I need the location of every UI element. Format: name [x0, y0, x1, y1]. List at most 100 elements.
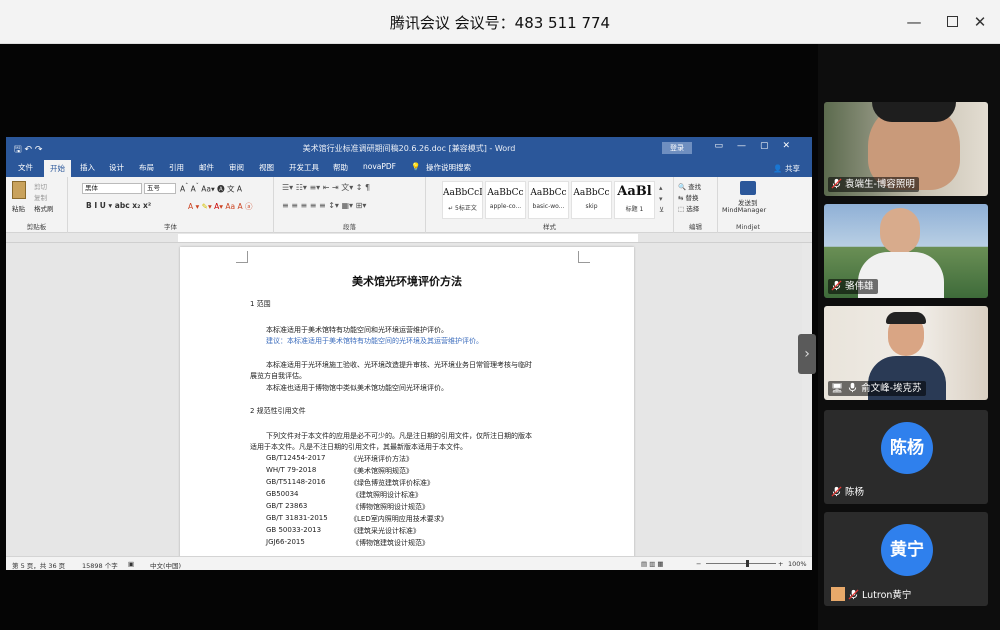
align-icons[interactable]: ≡ ≡ ≡ ≡ ≡ ↕▾ ▦▾ ⊞▾	[282, 201, 366, 210]
zoom-out-icon[interactable]: −	[696, 560, 701, 568]
style-normal[interactable]: AaBbCcDc ↵ 5标正文	[442, 181, 483, 219]
style-basic-word[interactable]: AaBbCc basic-wo...	[528, 181, 569, 219]
tab-review[interactable]: 审阅	[229, 162, 244, 173]
style-apple-converted[interactable]: AaBbCc apple-co...	[485, 181, 526, 219]
mic-muted-icon	[848, 589, 859, 600]
document-page[interactable]: 美术馆光环境评价方法 1 范围 本标准适用于美术馆特有功能空间和光环境运营维护评…	[180, 247, 634, 567]
reference-name: 《光环境评价方法》	[350, 455, 413, 463]
share-label: 共享	[785, 164, 800, 173]
reference-name: 《博物馆照明设计规范》	[352, 503, 429, 511]
styles-group: AaBbCcDc ↵ 5标正文 AaBbCc apple-co... AaBbCc b…	[426, 177, 674, 233]
minimize-icon[interactable]: —	[904, 12, 924, 32]
find-button[interactable]: 🔍 查找	[678, 181, 701, 191]
doc-line: 2 规范性引用文件	[250, 407, 306, 415]
proofing-icon[interactable]: ▣	[128, 560, 134, 568]
font-group-label: 字体	[164, 223, 177, 231]
view-mode-icons[interactable]: ▤ ▥ ▦	[641, 560, 664, 568]
window-title: 腾讯会议 会议号：483 511 774	[389, 14, 611, 32]
collapse-panel-button[interactable]: ›	[798, 334, 816, 374]
close-icon[interactable]: ✕	[970, 12, 990, 32]
style-skip[interactable]: AaBbCc skip	[571, 181, 612, 219]
tab-help[interactable]: 帮助	[333, 162, 348, 173]
editing-group: 🔍 查找 ⇆ 替换 ⬚ 选择 编辑	[674, 177, 718, 233]
font-size-select[interactable]: 五号	[144, 183, 176, 194]
mindmanager-label[interactable]: MindManager	[722, 206, 766, 214]
zoom-in-icon[interactable]: +	[778, 560, 783, 568]
tab-insert[interactable]: 插入	[80, 162, 95, 173]
mindmanager-icon[interactable]	[740, 181, 756, 195]
reference-name: 《建筑照明设计标准》	[352, 491, 422, 499]
vertical-scrollbar[interactable]	[802, 243, 812, 556]
paragraph-group-label: 段落	[343, 223, 356, 231]
tab-novapdf[interactable]: novaPDF	[363, 162, 396, 171]
doc-line: 展览方自我评估。	[250, 372, 306, 380]
tab-file[interactable]: 文件	[18, 162, 33, 173]
horizontal-ruler	[6, 233, 812, 243]
styles-scroll-icon[interactable]: ▴ ▾ ⊻	[659, 183, 664, 216]
cut-button[interactable]: 剪切	[34, 181, 47, 191]
bold-italic-underline-icon[interactable]: B I U ▾ abc x₂ x²	[86, 201, 151, 210]
doc-line: 本标准适用于光环境施工验收、光环境改造提升审核、光环境业务日常管理考核与临时	[266, 361, 532, 369]
clipboard-group: 粘贴 剪切 复制 格式刷 剪贴板	[6, 177, 68, 233]
reference-name: 《LED室内照明应用技术要求》	[350, 515, 448, 523]
style-sample: AaBl	[617, 184, 652, 199]
participant-name-bar: Lutron黄宁	[828, 587, 915, 602]
select-button[interactable]: ⬚ 选择	[678, 203, 699, 213]
participant-tile[interactable]: 陈杨 陈杨	[824, 410, 988, 504]
tab-layout[interactable]: 布局	[139, 162, 154, 173]
participant-tile[interactable]: 🖥 俞文峰-埃克苏	[824, 306, 988, 400]
doc-line: 下列文件对于本文件的应用是必不可少的。凡是注日期的引用文件，仅所注日期的版本	[266, 432, 532, 440]
style-heading-1[interactable]: AaBl 标题 1	[614, 181, 655, 219]
participant-name: 袁端生-博容照明	[845, 179, 915, 190]
word-count[interactable]: 15898 个字	[82, 560, 118, 570]
participant-tile[interactable]: 骆伟雄	[824, 204, 988, 298]
participant-tile[interactable]: 黄宁 Lutron黄宁	[824, 512, 988, 606]
font-name-select[interactable]: 黑体	[82, 183, 142, 194]
style-sample: AaBbCc	[487, 188, 524, 198]
participant-name-bar: 陈杨	[828, 485, 868, 500]
mic-muted-icon	[831, 486, 842, 497]
list-icons[interactable]: ☰▾ ☷▾ ≡▾ ⇤ ⇥ 文▾ ↕ ¶	[282, 182, 370, 193]
language-status[interactable]: 中文(中国)	[150, 560, 181, 570]
copy-button[interactable]: 复制	[34, 192, 47, 202]
maximize-icon[interactable]	[942, 12, 962, 32]
zoom-slider[interactable]	[706, 563, 776, 564]
mindjet-group: 发送到 MindManager Mindjet	[718, 177, 778, 233]
participant-name: 俞文峰-埃克苏	[861, 383, 922, 394]
paste-button[interactable]: 粘贴	[12, 203, 25, 213]
tab-home[interactable]: 开始	[44, 160, 71, 177]
lightbulb-icon: 💡	[411, 162, 421, 171]
replace-button[interactable]: ⇆ 替换	[678, 192, 699, 202]
document-heading: 美术馆光环境评价方法	[352, 275, 462, 288]
reference-code: JGJ66-2015	[266, 538, 305, 546]
mic-muted-icon	[831, 178, 842, 189]
reference-name: 《绿色博览建筑评价标准》	[350, 479, 434, 487]
share-button[interactable]: 👤 共享	[773, 163, 800, 174]
style-sample: AaBbCc	[573, 188, 610, 198]
tab-references[interactable]: 引用	[169, 162, 184, 173]
tab-design[interactable]: 设计	[109, 162, 124, 173]
paste-icon[interactable]	[12, 181, 26, 199]
reference-code: GB50034	[266, 490, 299, 498]
font-size-buttons-icon[interactable]: Aˆ Aˇ Aa▾ 🅐 文 A	[180, 183, 242, 195]
tell-me-search[interactable]: 操作说明搜索	[426, 162, 471, 173]
reference-code: GB 50033-2013	[266, 526, 322, 534]
zoom-level[interactable]: 100%	[788, 560, 807, 568]
login-button[interactable]: 登录	[662, 142, 692, 154]
text-effects-icon[interactable]: A ▾ ✎▾ A▾ Aa A ⓐ	[188, 201, 253, 212]
participant-tile[interactable]: 袁端生-博容照明	[824, 102, 988, 196]
participant-name-bar: 骆伟雄	[828, 279, 878, 294]
format-painter-button[interactable]: 格式刷	[34, 203, 54, 213]
reference-name: 《美术馆照明规范》	[350, 467, 413, 475]
participant-face	[880, 208, 920, 254]
styles-group-label: 样式	[543, 223, 556, 231]
zoom-slider-handle[interactable]	[746, 560, 749, 567]
tab-mailings[interactable]: 邮件	[199, 162, 214, 173]
tab-developer[interactable]: 开发工具	[289, 162, 319, 173]
ribbon-tabs: 文件 开始 插入 设计 布局 引用 邮件 审阅 视图 开发工具 帮助 novaP…	[6, 159, 812, 177]
tab-view[interactable]: 视图	[259, 162, 274, 173]
reference-code: GB/T12454-2017	[266, 454, 326, 462]
word-window-controls-icon[interactable]: ▭—▢✕	[714, 141, 804, 151]
reference-code: GB/T 23863	[266, 502, 308, 510]
page-count[interactable]: 第 5 页，共 36 页	[12, 560, 65, 570]
